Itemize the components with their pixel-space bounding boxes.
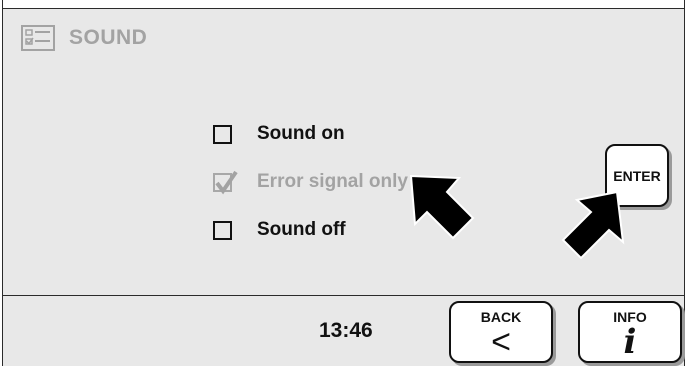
checkbox-error-signal-only[interactable] <box>213 170 238 194</box>
option-sound-on[interactable]: Sound on <box>213 122 345 146</box>
sound-settings-panel: SOUND Sound on Error signal only Sound o… <box>3 8 684 366</box>
pointer-arrow-icon <box>409 174 475 240</box>
pointer-arrow-icon <box>561 190 625 260</box>
info-button[interactable]: INFO i <box>578 301 682 363</box>
option-label: Sound off <box>257 219 346 240</box>
device-screen: SOUND Sound on Error signal only Sound o… <box>2 0 685 366</box>
enter-button-label: ENTER <box>613 167 661 184</box>
settings-list-icon <box>21 25 55 51</box>
info-icon: i <box>623 322 637 362</box>
option-sound-off[interactable]: Sound off <box>213 218 346 242</box>
option-label: Sound on <box>257 123 345 144</box>
checkbox-sound-on[interactable] <box>213 124 232 144</box>
clock-display: 13:46 <box>319 319 373 342</box>
page-header: SOUND <box>11 23 147 53</box>
back-arrow-icon: < <box>491 323 511 361</box>
option-label: Error signal only <box>257 171 408 192</box>
back-button[interactable]: BACK < <box>449 301 553 363</box>
checkbox-sound-off[interactable] <box>213 220 232 240</box>
page-title: SOUND <box>69 26 148 49</box>
footer-divider <box>3 295 684 296</box>
checkmark-icon <box>215 170 238 194</box>
option-error-signal-only[interactable]: Error signal only <box>213 170 408 194</box>
